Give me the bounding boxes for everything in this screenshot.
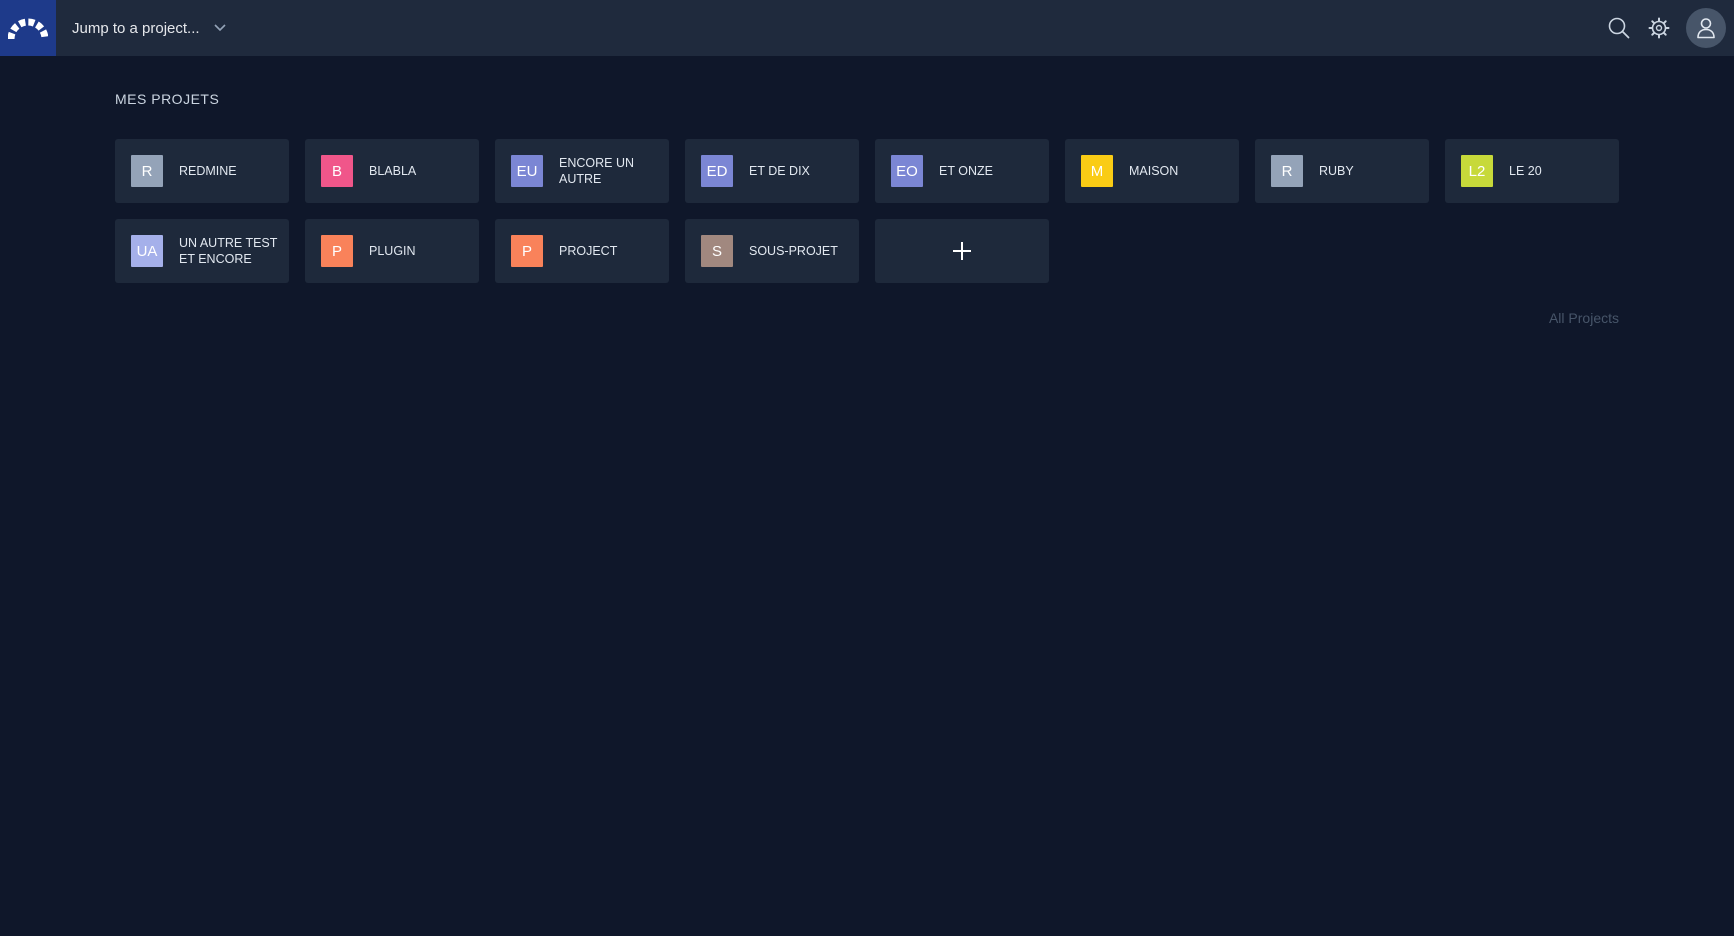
project-name: ET DE DIX — [749, 164, 810, 178]
redmine-logo-icon — [8, 18, 48, 40]
project-initials-badge: S — [701, 235, 733, 267]
project-card[interactable]: B BLABLA — [305, 139, 479, 203]
project-name: BLABLA — [369, 164, 417, 178]
project-name: REDMINE — [179, 164, 237, 178]
project-initials-badge: P — [511, 235, 543, 267]
top-navigation-bar: Jump to a project... — [0, 0, 1734, 56]
user-avatar-button[interactable] — [1686, 8, 1726, 48]
settings-button[interactable] — [1646, 15, 1672, 41]
project-initials-badge: EO — [891, 155, 923, 187]
project-name: RUBY — [1319, 164, 1354, 178]
project-card[interactable]: ED ET DE DIX — [685, 139, 859, 203]
user-icon — [1697, 18, 1715, 39]
topbar-actions — [1606, 8, 1734, 48]
project-initials-badge: P — [321, 235, 353, 267]
project-card[interactable]: P PROJECT — [495, 219, 669, 283]
redmine-logo[interactable] — [0, 0, 56, 56]
section-title: MES PROJETS — [115, 91, 220, 107]
search-icon — [1608, 17, 1630, 39]
project-name: ENCORE UN AUTRE — [559, 156, 635, 186]
project-name: ET ONZE — [939, 164, 993, 178]
gear-icon — [1648, 17, 1670, 39]
project-card[interactable]: R REDMINE — [115, 139, 289, 203]
project-name: SOUS-PROJET — [749, 244, 838, 258]
project-card[interactable]: EU ENCORE UN AUTRE — [495, 139, 669, 203]
project-card[interactable]: R RUBY — [1255, 139, 1429, 203]
project-card[interactable]: EO ET ONZE — [875, 139, 1049, 203]
project-initials-badge: ED — [701, 155, 733, 187]
project-jump-label: Jump to a project... — [72, 19, 200, 37]
project-initials-badge: M — [1081, 155, 1113, 187]
project-card[interactable]: S SOUS-PROJET — [685, 219, 859, 283]
project-initials-badge: UA — [131, 235, 163, 267]
project-initials-badge: R — [131, 155, 163, 187]
project-name: LE 20 — [1509, 164, 1542, 178]
project-initials-badge: B — [321, 155, 353, 187]
add-project-button[interactable] — [875, 219, 1049, 283]
project-initials-badge: EU — [511, 155, 543, 187]
project-card[interactable]: L2 LE 20 — [1445, 139, 1619, 203]
project-initials-badge: R — [1271, 155, 1303, 187]
chevron-down-icon — [213, 24, 226, 32]
plus-icon — [953, 242, 971, 260]
project-grid: R REDMINE B BLABLA EU ENCORE UN AUTRE ED ET DE … — [115, 139, 1619, 283]
project-initials-badge: L2 — [1461, 155, 1493, 187]
all-projects-link[interactable]: All Projects — [1549, 310, 1619, 326]
project-name: UN AUTRE TEST ET ENCORE — [179, 236, 278, 266]
main-content: MES PROJETS R REDMINE B BLABLA EU ENCORE UN A… — [115, 88, 1619, 283]
project-name: PROJECT — [559, 244, 618, 258]
project-card[interactable]: M MAISON — [1065, 139, 1239, 203]
project-name: MAISON — [1129, 164, 1179, 178]
search-button[interactable] — [1606, 15, 1632, 41]
project-card[interactable]: UA UN AUTRE TEST ET ENCORE — [115, 219, 289, 283]
project-card[interactable]: P PLUGIN — [305, 219, 479, 283]
project-jump-dropdown[interactable]: Jump to a project... — [72, 10, 234, 46]
project-name: PLUGIN — [369, 244, 416, 258]
